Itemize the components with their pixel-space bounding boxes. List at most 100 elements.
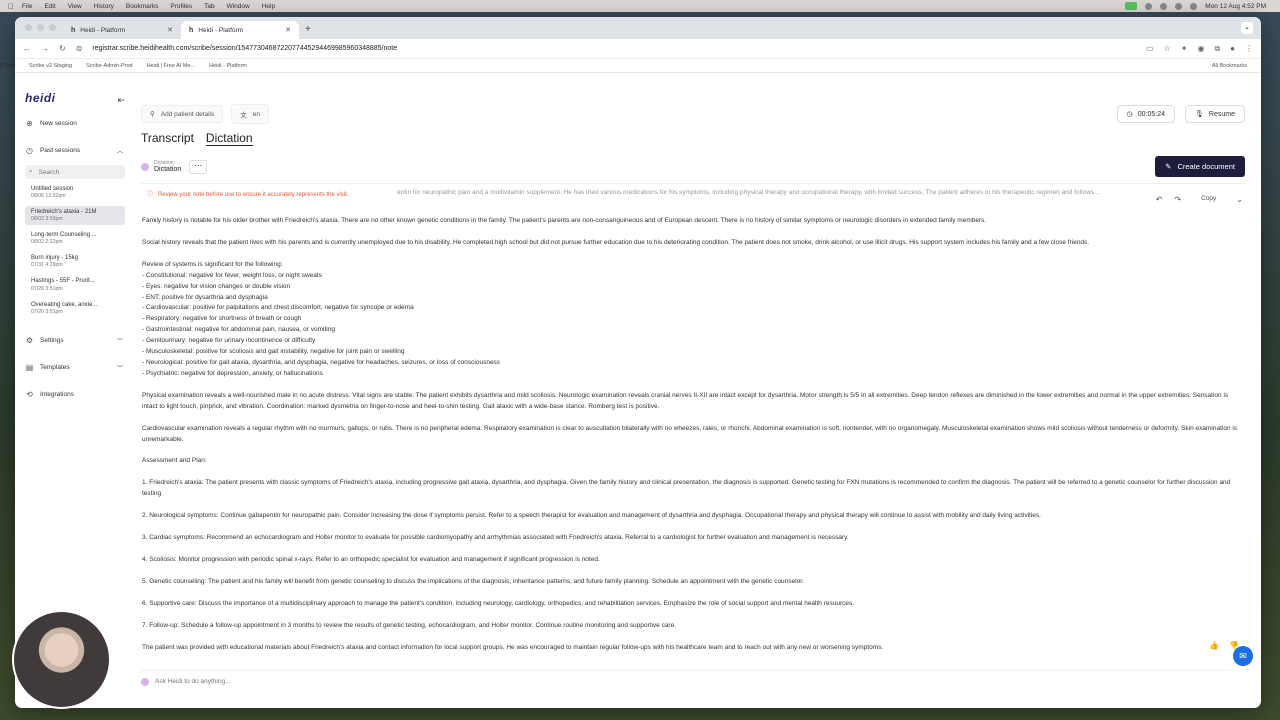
menu-view[interactable]: View [68,3,82,10]
menu-help[interactable]: Help [262,3,275,10]
menubar-clock[interactable]: Mon 12 Aug 4:52 PM [1205,3,1266,10]
create-document-label: Create document [1177,162,1235,171]
url-field[interactable]: registrar.scribe.heidihealth.com/scribe/… [92,45,1136,52]
translate-icon: 文 [240,112,247,119]
tab-search-icon[interactable]: ⌄ [1241,22,1253,34]
close-window-button[interactable] [25,24,32,31]
document-selector[interactable]: Dictation: Dictation [141,160,181,173]
session-item-active[interactable]: Friedreich's ataxia - 21M 08/02 3:53pm [25,206,125,226]
session-item[interactable]: Overeating cake, anxie... 07/26 3:51pm [25,299,125,318]
view-tabs: Transcript Dictation [141,131,1245,146]
site-info-icon[interactable]: ⊜ [76,44,83,53]
collapse-sidebar-icon[interactable]: ⇤ [117,95,125,106]
integrations-link[interactable]: ⟲ Integrations [25,390,129,399]
reload-icon[interactable]: ↻ [59,44,66,53]
session-date: 07/31 4:29pm [31,262,63,269]
undo-icon[interactable]: ↶ [1156,193,1163,206]
language-label: en [252,110,260,118]
forward-icon[interactable]: → [41,44,49,53]
back-icon[interactable]: ← [23,44,31,53]
bookmark-item[interactable]: Scribe-Admin-Prod [86,63,132,69]
apple-icon[interactable]:  [0,2,22,11]
browser-window: h Heidi - Platform ✕ h Heidi - Platform … [15,17,1261,708]
tab-dictation[interactable]: Dictation [205,131,253,146]
new-session-label: New session [40,120,77,127]
ros-item: - Psychiatric: negative for depression, … [142,369,323,377]
create-document-button[interactable]: ✎ Create document [1155,156,1245,177]
tab-transcript[interactable]: Transcript [141,131,194,146]
session-controls: ◷ 00:05:24 🎙 Resume [1116,105,1245,123]
note-content[interactable]: ⓘ Review your note before use to ensure … [141,183,1245,665]
menu-profiles[interactable]: Profiles [170,3,192,10]
settings-toggle[interactable]: ⚙ Settings ﹀ [25,336,129,345]
past-sessions-label: Past sessions [40,147,81,154]
minimize-window-button[interactable] [37,24,44,31]
search-icon[interactable] [1190,2,1198,10]
heidi-logo[interactable]: heidi [25,91,129,105]
menubar-status-area: Mon 12 Aug 4:52 PM [1125,2,1280,10]
session-item[interactable]: Untitled session 08/06 12:32pm [25,183,125,202]
menu-tab[interactable]: Tab [204,3,214,10]
menu-bookmarks[interactable]: Bookmarks [126,3,159,10]
browser-tab-active[interactable]: h Heidi - Platform ✕ [181,21,299,39]
document-toolbar: Dictation: Dictation ⋯ ✎ Create document [141,156,1245,177]
menu-edit[interactable]: Edit [44,3,55,10]
note-paragraph: Physical examination reveals a well-nour… [142,391,1229,410]
session-search-input[interactable]: ⌕ Search [25,165,125,179]
add-patient-details-button[interactable]: ⚲ Add patient details [141,105,224,123]
cast-icon[interactable]: ▭ [1146,44,1154,53]
language-selector[interactable]: 文 en [231,104,269,124]
new-tab-icon[interactable]: + [305,24,311,35]
bookmarks-bar: Scribe v2 Staging Scribe-Admin-Prod Heid… [15,59,1261,73]
profile-icon[interactable]: ● [1230,44,1235,53]
status-icon[interactable] [1160,2,1168,10]
wifi-icon[interactable] [1175,2,1183,10]
plan-item: 1. Friedreich's ataxia: The patient pres… [142,479,1231,498]
ros-item: - Genitourinary: negative for urinary in… [142,337,316,345]
plan-item: 3. Cardiac symptoms: Recommend an echoca… [142,534,849,542]
bookmark-star-icon[interactable]: ☆ [1164,44,1171,53]
chevron-down-icon[interactable]: ⌄ [1236,193,1243,206]
session-title: Overeating cake, anxie... [31,301,98,308]
all-bookmarks-button[interactable]: All Bookmarks [1212,63,1247,69]
chat-support-icon[interactable]: ✉ [1233,646,1253,666]
more-options-button[interactable]: ⋯ [189,159,208,174]
session-item[interactable]: Burn injury - 15kg 07/31 4:29pm [25,252,125,271]
browser-tab[interactable]: h Heidi - Platform ✕ [63,21,181,39]
bookmark-item[interactable]: Scribe v2 Staging [29,63,72,69]
ros-item: - Cardiovascular: positive for palpitati… [142,304,414,312]
ros-item: - Musculoskeletal: positive for scoliosi… [142,348,405,356]
extension-icon[interactable]: ◉ [1197,44,1204,53]
close-tab-icon[interactable]: ✕ [167,26,173,34]
facetime-indicator-icon[interactable] [1125,2,1138,10]
menu-file[interactable]: File [22,3,32,10]
session-item[interactable]: Long-term Counseling ... 08/02 2:22pm [25,229,125,248]
extensions-puzzle-icon[interactable]: ⧉ [1214,44,1220,54]
past-sessions-toggle[interactable]: ◷ Past sessions ︿ [25,146,129,155]
session-title: Hastings - 55F - Prurit... [31,278,95,285]
new-session-button[interactable]: ⊕ New session [25,119,129,128]
redo-icon[interactable]: ↷ [1174,193,1181,206]
plan-item: 5. Genetic counseling: The patient and h… [142,577,804,585]
resume-button[interactable]: 🎙 Resume [1185,105,1245,123]
status-icon[interactable] [1145,2,1153,10]
templates-toggle[interactable]: ▤ Templates ﹀ [25,363,129,372]
close-tab-icon[interactable]: ✕ [285,26,291,34]
note-paragraph: The patient was provided with educationa… [142,643,884,651]
bookmark-item[interactable]: Heidi | Free AI Me... [147,63,196,69]
extension-icon[interactable]: ✦ [1181,44,1188,53]
zoom-window-button[interactable] [49,24,56,31]
document-selector-text: Dictation: Dictation [154,160,181,173]
magic-wand-icon: ✎ [1165,162,1172,171]
menu-window[interactable]: Window [227,3,250,10]
chevron-down-icon: ﹀ [116,338,123,345]
browser-menu-icon[interactable]: ⋮ [1245,44,1253,53]
tab-strip: h Heidi - Platform ✕ h Heidi - Platform … [15,17,1261,39]
ask-heidi-input[interactable]: Ask Heidi to do anything... [141,670,1231,692]
thumbs-up-icon[interactable]: 👍 [1209,641,1219,650]
menu-history[interactable]: History [94,3,114,10]
ros-item: - Eyes: negative for vision changes or d… [142,282,291,290]
session-item[interactable]: Hastings - 55F - Prurit... 07/26 3:51pm [25,275,125,294]
copy-button[interactable]: Copy [1193,192,1224,207]
bookmark-item[interactable]: Heidi - Platform [209,63,247,69]
